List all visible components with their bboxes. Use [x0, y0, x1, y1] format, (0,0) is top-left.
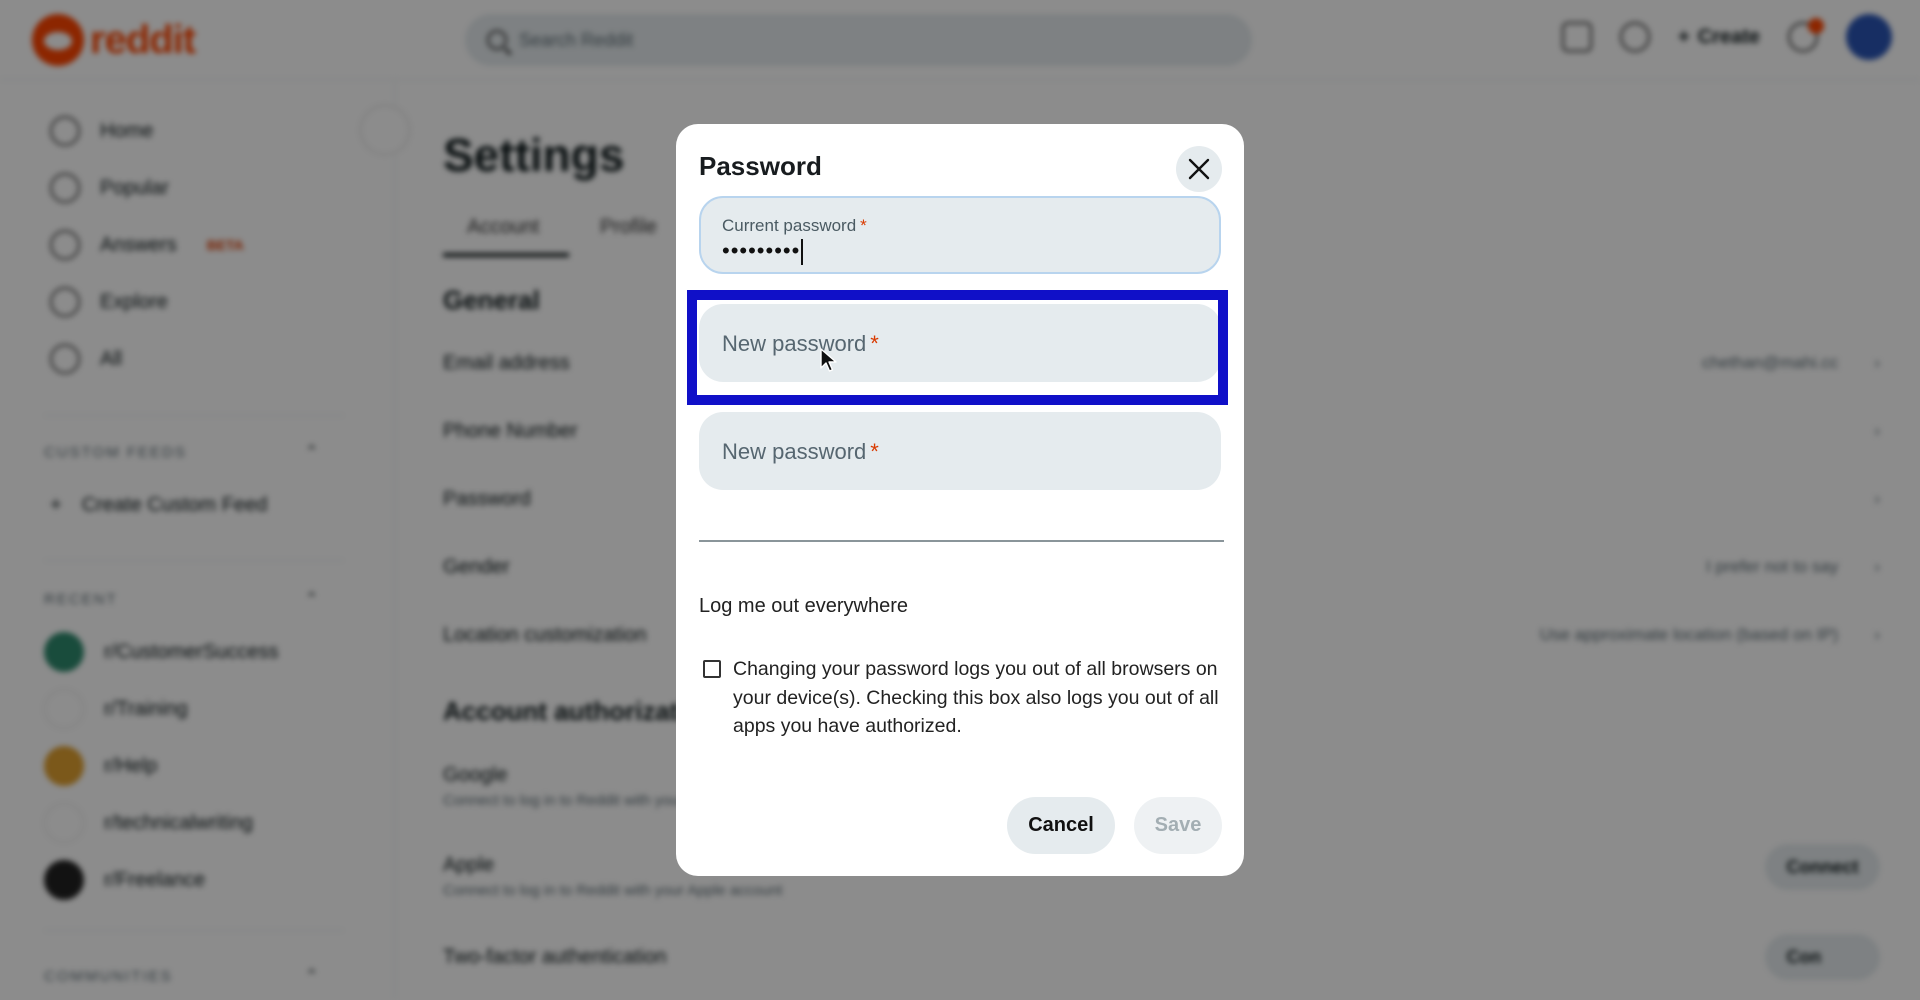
- close-icon: [1188, 158, 1210, 180]
- save-button[interactable]: Save: [1134, 797, 1222, 854]
- confirm-password-label: New password *: [722, 439, 879, 465]
- confirm-password-field[interactable]: New password *: [699, 412, 1221, 490]
- divider: [699, 540, 1224, 542]
- highlight-box: [687, 290, 1228, 405]
- current-password-label-text: Current password: [722, 216, 857, 235]
- text-caret: [801, 239, 804, 266]
- cancel-button[interactable]: Cancel: [1007, 797, 1115, 854]
- dialog-title: Password: [699, 151, 822, 181]
- required-mark: *: [860, 216, 867, 235]
- logout-everywhere-checkbox[interactable]: [703, 660, 721, 678]
- required-mark: *: [870, 439, 879, 464]
- mouse-cursor-icon: [820, 348, 837, 372]
- password-dialog: Password Current password * ••••••••• New…: [676, 124, 1244, 876]
- logout-heading: Log me out everywhere: [699, 595, 909, 617]
- current-password-value: •••••••••: [722, 238, 804, 266]
- close-button[interactable]: [1176, 146, 1222, 192]
- current-password-label: Current password *: [722, 216, 867, 236]
- confirm-password-label-text: New password: [722, 439, 867, 464]
- current-password-dots: •••••••••: [722, 238, 801, 263]
- logout-description: Changing your password logs you out of a…: [733, 658, 1219, 737]
- current-password-field[interactable]: Current password * •••••••••: [699, 196, 1221, 274]
